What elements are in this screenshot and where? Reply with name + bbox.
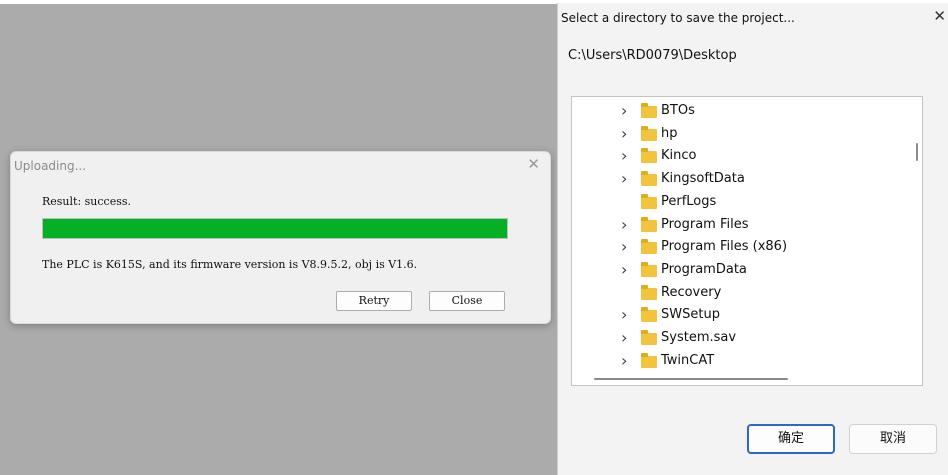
- folder-label: System.sav: [661, 330, 737, 345]
- ok-button[interactable]: 确定: [747, 424, 835, 454]
- folder-icon: [641, 216, 657, 232]
- folder-item[interactable]: › Kinco: [572, 146, 912, 168]
- folder-item[interactable]: › SWSetup: [572, 305, 912, 327]
- result-text: Result: success.: [42, 195, 132, 208]
- folder-item[interactable]: › KingsoftData: [572, 169, 912, 191]
- chevron-right-icon[interactable]: ›: [621, 237, 627, 256]
- close-button[interactable]: Close: [429, 291, 505, 311]
- folder-label: Program Files (x86): [661, 239, 788, 255]
- chevron-right-icon[interactable]: ›: [621, 305, 627, 324]
- folder-label: Program Files: [661, 216, 749, 232]
- folder-item[interactable]: PerfLogs: [572, 192, 912, 214]
- directory-dialog-title: Select a directory to save the project..…: [561, 11, 795, 25]
- folder-label: TwinCAT: [661, 352, 715, 368]
- cancel-button[interactable]: 取消: [849, 424, 937, 454]
- upload-progress-bar: [42, 218, 508, 239]
- folder-icon: [641, 103, 657, 118]
- uploading-dialog-title: Uploading...: [14, 159, 87, 173]
- folder-label: Kinco: [661, 148, 697, 164]
- chevron-right-icon[interactable]: ›: [621, 215, 627, 234]
- folder-icon: [641, 148, 657, 164]
- chevron-right-icon[interactable]: ›: [621, 124, 627, 143]
- folder-icon: [641, 330, 657, 345]
- chevron-right-icon[interactable]: ›: [621, 101, 627, 120]
- folder-icon: [641, 171, 657, 187]
- folder-label: Recovery: [661, 284, 722, 300]
- folder-label: ProgramData: [661, 261, 747, 277]
- folder-label: KingsoftData: [661, 171, 745, 187]
- chevron-right-icon[interactable]: ›: [621, 351, 627, 370]
- folder-icon: [641, 307, 657, 323]
- folder-label: BTOs: [661, 103, 695, 118]
- folder-item[interactable]: › System.sav: [572, 328, 912, 350]
- folder-item[interactable]: › TwinCAT: [572, 351, 912, 373]
- horizontal-scrollbar[interactable]: [594, 378, 788, 380]
- folder-icon: [641, 284, 657, 300]
- chevron-right-icon[interactable]: ›: [621, 260, 627, 279]
- uploading-dialog: Uploading... ✕ Result: success. The PLC …: [10, 151, 551, 324]
- current-path: C:\Users\RD0079\Desktop: [568, 48, 737, 63]
- chevron-right-icon[interactable]: ›: [621, 169, 627, 188]
- chevron-right-icon[interactable]: ›: [621, 328, 627, 347]
- chevron-right-icon[interactable]: ›: [621, 146, 627, 165]
- upload-progress-fill: [43, 219, 507, 238]
- folder-item[interactable]: › Program Files: [572, 215, 912, 237]
- select-directory-dialog: Select a directory to save the project..…: [557, 3, 948, 475]
- folder-icon: [641, 193, 657, 209]
- folder-item[interactable]: › BTOs: [572, 101, 912, 123]
- folder-item[interactable]: Recovery: [572, 283, 912, 305]
- retry-button[interactable]: Retry: [336, 291, 412, 311]
- folder-icon: [641, 261, 657, 277]
- folder-icon: [641, 125, 657, 141]
- folder-item[interactable]: › Program Files (x86): [572, 237, 912, 259]
- folder-label: PerfLogs: [661, 193, 717, 209]
- folder-icon: [641, 352, 657, 368]
- plc-info-text: The PLC is K615S, and its firmware versi…: [42, 258, 418, 271]
- vertical-scrollbar[interactable]: [916, 143, 918, 161]
- folder-tree[interactable]: › BTOs › hp › Kinco › KingsoftData PerfLogs › Prog…: [571, 96, 923, 386]
- folder-icon: [641, 239, 657, 255]
- folder-label: SWSetup: [661, 307, 720, 323]
- close-icon[interactable]: ✕: [527, 155, 540, 173]
- folder-item[interactable]: › ProgramData: [572, 260, 912, 282]
- folder-label: hp: [661, 125, 678, 141]
- close-icon[interactable]: ✕: [933, 7, 946, 25]
- folder-item[interactable]: › hp: [572, 124, 912, 146]
